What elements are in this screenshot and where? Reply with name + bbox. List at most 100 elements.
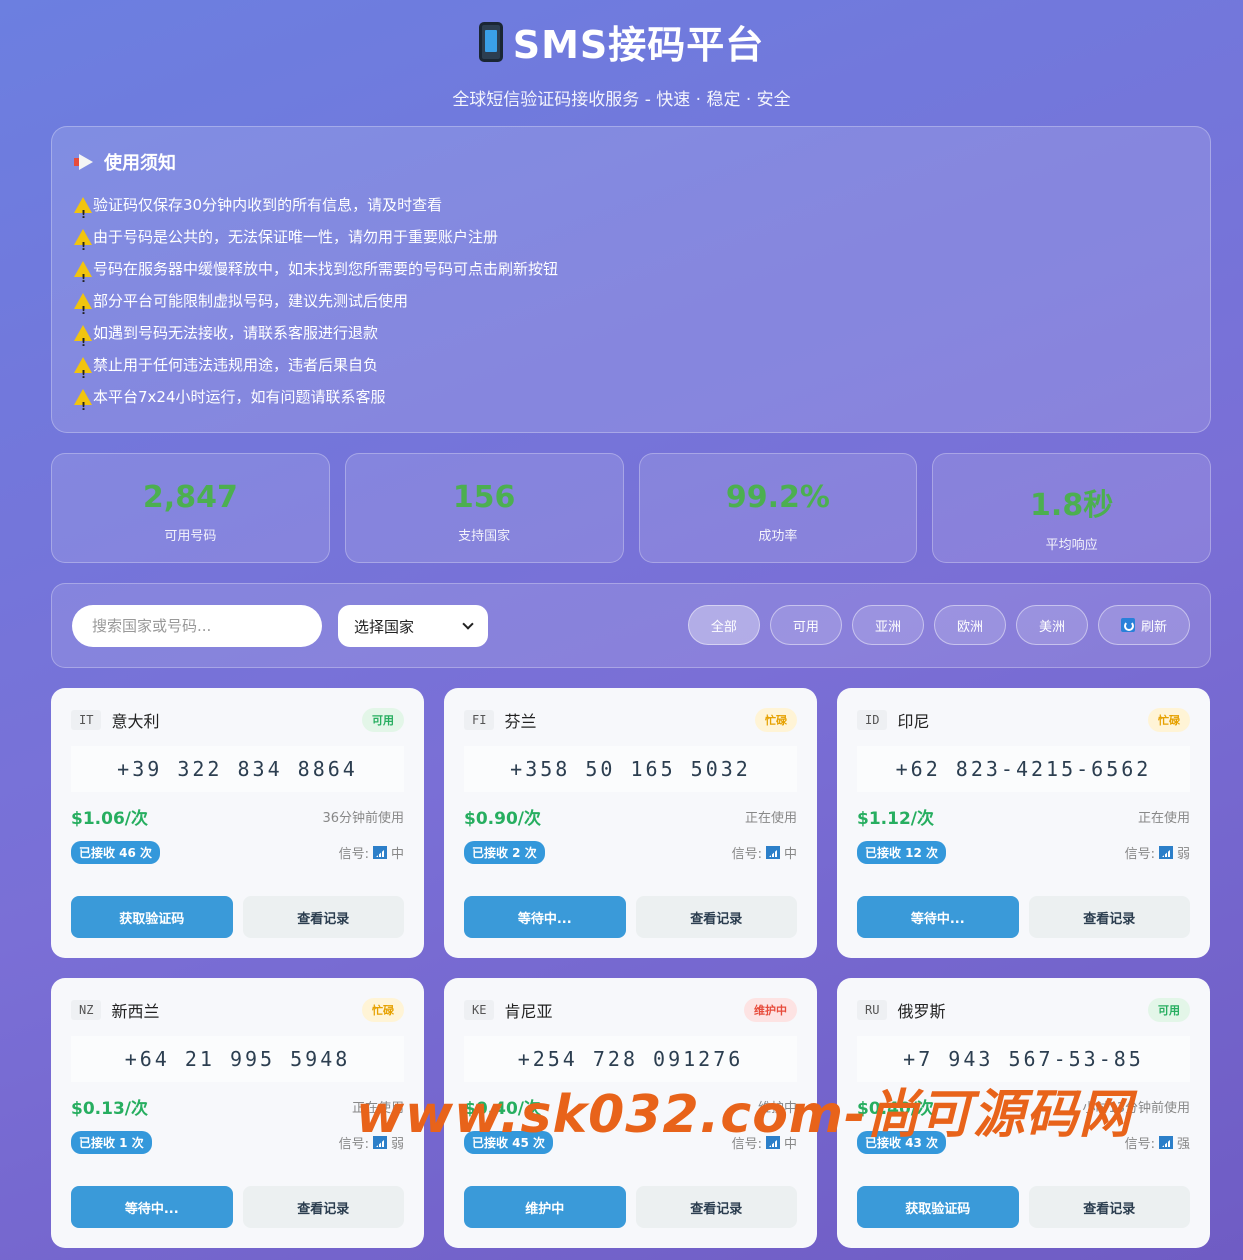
view-records-button[interactable]: 查看记录 bbox=[1028, 896, 1190, 938]
price-row: $0.13/次 正在使用 bbox=[71, 1094, 404, 1119]
meta-row: 已接收 12 次 信号: 弱 bbox=[857, 841, 1190, 864]
get-code-button[interactable]: 等待中... bbox=[71, 1186, 233, 1228]
stat-value: 156 bbox=[452, 480, 516, 515]
get-code-button[interactable]: 维护中 bbox=[464, 1186, 626, 1228]
card-header: ID 印尼 忙碌 bbox=[857, 708, 1190, 732]
country-code: KE bbox=[464, 1000, 495, 1020]
notice-panel: 使用须知 验证码仅保存30分钟内收到的所有信息，请及时查看 由于号码是公共的，无… bbox=[51, 126, 1211, 433]
signal-strength: 信号: 弱 bbox=[1125, 843, 1190, 862]
signal-value: 中 bbox=[783, 847, 797, 862]
filter-americas-button[interactable]: 美洲 bbox=[1015, 605, 1088, 645]
notice-item: 禁止用于任何违法违规用途，违者后果自负 bbox=[74, 349, 1188, 391]
stat-value: 99.2% bbox=[725, 480, 830, 515]
price: $1.12/次 bbox=[857, 809, 934, 829]
page-title-text: SMS接码平台 bbox=[512, 23, 765, 67]
country-select[interactable]: 选择国家 bbox=[338, 605, 488, 647]
warning-icon bbox=[74, 197, 92, 231]
stat-value: 1.8秒 bbox=[1030, 488, 1114, 523]
notice-item-text: 本平台7x24小时运行，如有问题请联系客服 bbox=[93, 388, 386, 406]
stat-avg-response: 1.8秒 平均响应 bbox=[932, 453, 1211, 563]
country-name: 俄罗斯 bbox=[897, 1002, 946, 1021]
phone-number[interactable]: +358 50 165 5032 bbox=[464, 746, 797, 792]
stat-supported-countries: 156 支持国家 bbox=[344, 453, 624, 563]
signal-icon bbox=[1158, 846, 1173, 859]
view-records-button[interactable]: 查看记录 bbox=[242, 896, 404, 938]
country-name: 意大利 bbox=[111, 712, 160, 731]
meta-row: 已接收 2 次 信号: 中 bbox=[464, 841, 797, 864]
price: $0.13/次 bbox=[71, 1099, 148, 1119]
notice-title: 使用须知 bbox=[74, 149, 1188, 175]
notice-item: 验证码仅保存30分钟内收到的所有信息，请及时查看 bbox=[74, 189, 1188, 231]
notice-item-text: 号码在服务器中缓慢释放中，如未找到您所需要的号码可点击刷新按钮 bbox=[93, 260, 559, 278]
received-count-badge: 已接收 12 次 bbox=[857, 841, 947, 864]
filter-bar: 选择国家 全部 可用 亚洲 欧洲 美洲 刷新 bbox=[51, 583, 1211, 668]
warning-icon bbox=[74, 357, 92, 391]
notice-item: 如遇到号码无法接收，请联系客服进行退款 bbox=[74, 317, 1188, 359]
status-badge: 可用 bbox=[362, 708, 404, 732]
refresh-icon bbox=[1120, 618, 1135, 632]
signal-label: 信号: bbox=[338, 847, 369, 862]
filter-available-button[interactable]: 可用 bbox=[769, 605, 842, 645]
card-actions: 等待中... 查看记录 bbox=[71, 1186, 404, 1228]
country-select-value: 选择国家 bbox=[354, 617, 415, 636]
status-badge: 忙碌 bbox=[755, 708, 797, 732]
price: $1.06/次 bbox=[71, 809, 148, 829]
notice-item: 由于号码是公共的，无法保证唯一性，请勿用于重要账户注册 bbox=[74, 221, 1188, 263]
refresh-button[interactable]: 刷新 bbox=[1097, 605, 1190, 645]
stat-label: 成功率 bbox=[758, 529, 798, 544]
usage-status: 正在使用 bbox=[1137, 811, 1190, 826]
card-actions: 获取验证码 查看记录 bbox=[71, 896, 404, 938]
stat-value: 2,847 bbox=[142, 480, 238, 515]
received-count-badge: 已接收 1 次 bbox=[71, 1131, 152, 1154]
filter-europe-button[interactable]: 欧洲 bbox=[933, 605, 1006, 645]
number-card: FI 芬兰 忙碌 +358 50 165 5032 $0.90/次 正在使用 已… bbox=[444, 688, 817, 958]
status-badge: 忙碌 bbox=[362, 998, 404, 1022]
get-code-button[interactable]: 获取验证码 bbox=[857, 1186, 1019, 1228]
card-actions: 维护中 查看记录 bbox=[464, 1186, 797, 1228]
notice-item: 部分平台可能限制虚拟号码，建议先测试后使用 bbox=[74, 285, 1188, 327]
status-badge: 忙碌 bbox=[1148, 708, 1190, 732]
notice-item-text: 由于号码是公共的，无法保证唯一性，请勿用于重要账户注册 bbox=[93, 228, 499, 246]
watermark: www.sk032.com-尚可源码网 bbox=[356, 1085, 1132, 1145]
view-records-button[interactable]: 查看记录 bbox=[635, 896, 797, 938]
card-actions: 获取验证码 查看记录 bbox=[857, 1186, 1190, 1228]
get-code-button[interactable]: 等待中... bbox=[464, 896, 626, 938]
get-code-button[interactable]: 获取验证码 bbox=[71, 896, 233, 938]
filter-all-button[interactable]: 全部 bbox=[687, 605, 760, 645]
notice-item-text: 禁止用于任何违法违规用途，违者后果自负 bbox=[93, 356, 379, 374]
phone-number[interactable]: +64 21 995 5948 bbox=[71, 1036, 404, 1082]
received-count-badge: 已接收 2 次 bbox=[464, 841, 545, 864]
signal-value: 强 bbox=[1176, 1137, 1190, 1152]
meta-row: 已接收 1 次 信号: 弱 bbox=[71, 1131, 404, 1154]
signal-icon bbox=[1158, 1136, 1173, 1149]
phone-number[interactable]: +39 322 834 8864 bbox=[71, 746, 404, 792]
view-records-button[interactable]: 查看记录 bbox=[1028, 1186, 1190, 1228]
phone-number[interactable]: +62 823-4215-6562 bbox=[857, 746, 1190, 792]
usage-status: 36分钟前使用 bbox=[322, 811, 404, 826]
page-title: SMS接码平台 bbox=[478, 14, 765, 69]
warning-icon bbox=[74, 261, 92, 295]
number-grid: IT 意大利 可用 +39 322 834 8864 $1.06/次 36分钟前… bbox=[51, 688, 1211, 1248]
warning-icon bbox=[74, 229, 92, 263]
notice-title-text: 使用须知 bbox=[104, 153, 176, 174]
get-code-button[interactable]: 等待中... bbox=[857, 896, 1019, 938]
view-records-button[interactable]: 查看记录 bbox=[635, 1186, 797, 1228]
filter-asia-button[interactable]: 亚洲 bbox=[851, 605, 924, 645]
warning-icon bbox=[74, 389, 92, 423]
search-input[interactable] bbox=[72, 605, 322, 647]
refresh-label: 刷新 bbox=[1140, 619, 1167, 635]
signal-strength: 信号: 中 bbox=[339, 843, 404, 862]
warning-icon bbox=[74, 293, 92, 327]
notice-item-text: 如遇到号码无法接收，请联系客服进行退款 bbox=[93, 324, 379, 342]
country-name: 芬兰 bbox=[504, 712, 537, 731]
price-row: $1.06/次 36分钟前使用 bbox=[71, 804, 404, 829]
signal-value: 中 bbox=[390, 847, 404, 862]
received-count-badge: 已接收 46 次 bbox=[71, 841, 161, 864]
signal-strength: 信号: 中 bbox=[732, 843, 797, 862]
page-header: SMS接码平台 全球短信验证码接收服务 - 快速 · 稳定 · 安全 bbox=[0, 0, 1243, 110]
filter-buttons: 全部 可用 亚洲 欧洲 美洲 刷新 bbox=[687, 605, 1190, 645]
country-code: RU bbox=[857, 1000, 888, 1020]
meta-row: 已接收 46 次 信号: 中 bbox=[71, 841, 404, 864]
signal-icon bbox=[765, 846, 780, 859]
view-records-button[interactable]: 查看记录 bbox=[242, 1186, 404, 1228]
